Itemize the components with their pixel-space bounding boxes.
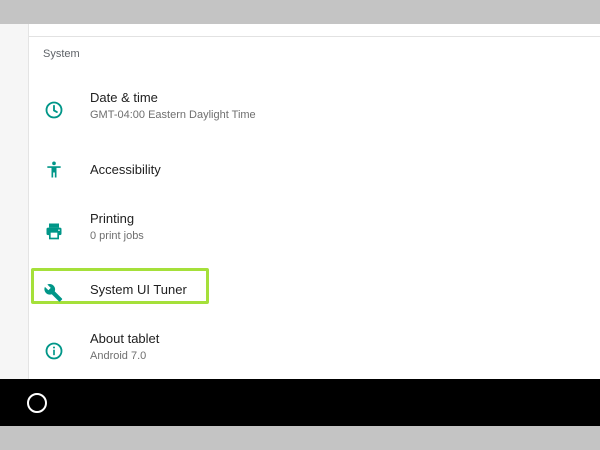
section-header-system: System (43, 48, 80, 60)
info-icon (44, 341, 64, 361)
navigation-bar (0, 379, 600, 426)
item-subtitle: Android 7.0 (90, 350, 147, 362)
section-divider (29, 36, 600, 37)
left-panel-edge (0, 24, 29, 379)
item-title: System UI Tuner (90, 282, 187, 297)
item-subtitle: GMT-04:00 Eastern Daylight Time (90, 109, 256, 121)
settings-item-accessibility[interactable]: Accessibility (30, 150, 600, 190)
item-title: Printing (90, 211, 135, 226)
settings-item-date-time[interactable]: Date & time GMT-04:00 Eastern Daylight T… (30, 90, 600, 130)
settings-screen: System Date & time GMT-04:00 Eastern Day… (0, 24, 600, 379)
item-subtitle: 0 print jobs (90, 230, 144, 242)
settings-item-about-tablet[interactable]: About tablet Android 7.0 (30, 331, 600, 371)
accessibility-icon (44, 160, 64, 180)
wrench-icon (44, 283, 64, 303)
home-button[interactable] (27, 393, 47, 413)
settings-item-system-ui-tuner[interactable]: System UI Tuner (30, 273, 600, 313)
item-title: Accessibility (90, 162, 161, 177)
item-title: About tablet (90, 331, 160, 346)
settings-item-printing[interactable]: Printing 0 print jobs (30, 211, 600, 251)
item-title: Date & time (90, 90, 158, 105)
clock-icon (44, 100, 64, 120)
printer-icon (44, 221, 64, 241)
